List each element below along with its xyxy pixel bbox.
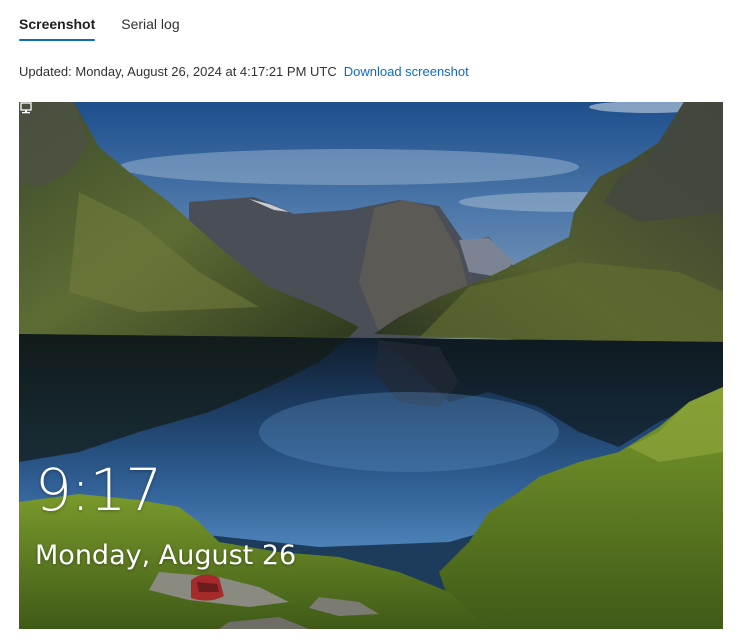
tab-serial-log[interactable]: Serial log: [121, 0, 179, 44]
lock-screen-time: 9:17: [35, 456, 162, 524]
updated-timestamp: Updated: Monday, August 26, 2024 at 4:17…: [19, 64, 337, 79]
vm-screenshot-panel: Screenshot Serial log Updated: Monday, A…: [0, 0, 744, 640]
update-status-row: Updated: Monday, August 26, 2024 at 4:17…: [19, 63, 469, 81]
tab-screenshot[interactable]: Screenshot: [19, 0, 96, 44]
tab-bar: Screenshot Serial log: [19, 0, 180, 44]
vm-screenshot-image: 9:17 Monday, August 26: [19, 102, 723, 629]
network-icon: [20, 102, 32, 114]
lock-screen-date: Monday, August 26: [35, 540, 297, 571]
download-screenshot-link[interactable]: Download screenshot: [344, 64, 469, 79]
